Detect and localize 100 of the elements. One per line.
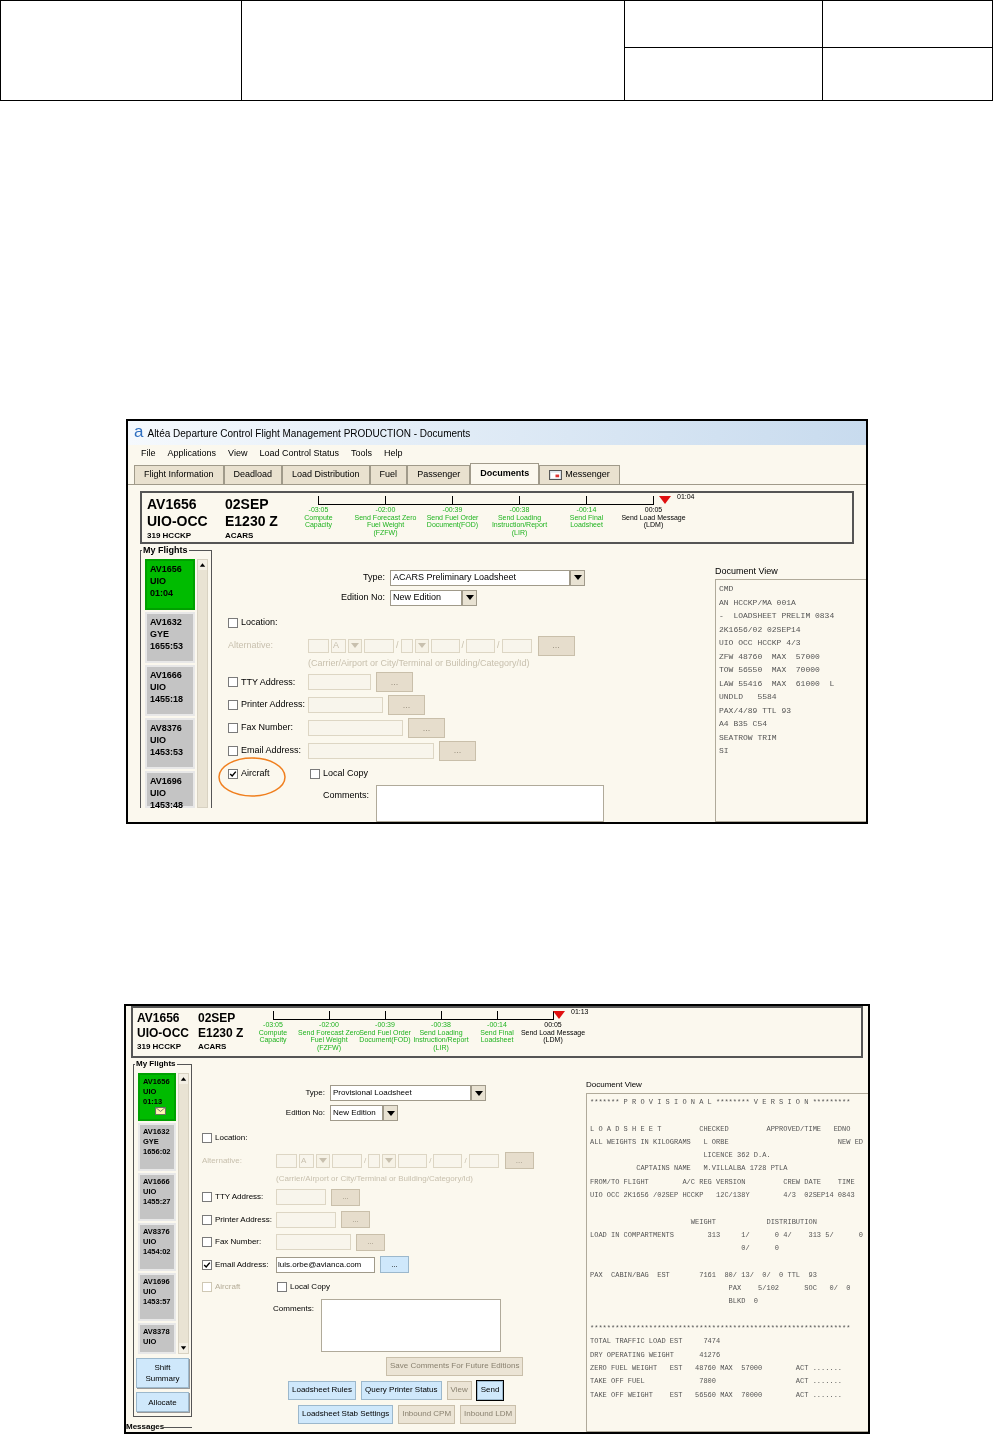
aircraft-registration: 319 HCCKP	[147, 530, 192, 542]
checkbox-label: Printer Address:	[215, 1213, 272, 1226]
checkbox[interactable]	[202, 1237, 212, 1248]
tab[interactable]: Messenger	[539, 465, 620, 484]
browse-button[interactable]: ...	[380, 1256, 409, 1274]
channel-label: ACARS	[198, 1041, 228, 1053]
input-field[interactable]	[308, 697, 383, 714]
document-line: AN HCCKP/MA 001A	[719, 596, 797, 609]
input-field[interactable]	[430, 638, 460, 653]
flight-tile[interactable]: AV1666 UIO 1455:18	[145, 665, 195, 716]
scrollbar[interactable]	[197, 559, 208, 808]
flight-tile[interactable]: AV1656 UIO 01:04	[145, 559, 195, 610]
checkbox-label: TTY Address:	[215, 1191, 264, 1204]
checkbox[interactable]	[202, 1192, 212, 1203]
input-field[interactable]	[276, 1189, 326, 1206]
type-select[interactable]: Provisional Loadsheet	[330, 1085, 471, 1101]
dropdown-button[interactable]	[383, 1105, 398, 1121]
field-label: Alternative:	[202, 1154, 244, 1167]
group-title: My Flights	[135, 1058, 177, 1070]
checkbox[interactable]	[228, 768, 238, 779]
input-field[interactable]	[501, 638, 532, 653]
checkbox[interactable]	[228, 745, 238, 756]
checkbox[interactable]	[310, 768, 320, 779]
checkbox[interactable]	[228, 677, 238, 688]
scrollbar[interactable]	[178, 1073, 189, 1354]
action-button[interactable]: Query Printer Status	[361, 1380, 442, 1400]
input-field[interactable]	[364, 638, 394, 653]
edition-select[interactable]: New Edition	[390, 589, 462, 606]
comments-field[interactable]	[376, 784, 604, 822]
input-field[interactable]	[308, 720, 403, 736]
tab[interactable]: Load Distribution	[282, 465, 370, 484]
action-button[interactable]: Send	[476, 1380, 504, 1400]
checkbox[interactable]	[228, 618, 238, 628]
input-field[interactable]	[466, 638, 496, 653]
input-field[interactable]	[308, 638, 329, 653]
menu-item[interactable]: View	[228, 447, 248, 461]
checkbox[interactable]	[277, 1282, 287, 1293]
menu-item[interactable]: File	[141, 447, 156, 461]
input-field[interactable]: luis.orbe@avianca.com	[276, 1256, 375, 1273]
scroll-down-icon[interactable]	[179, 1343, 188, 1353]
input-field[interactable]	[468, 1153, 499, 1168]
checkbox-label: Local Copy	[290, 1281, 331, 1294]
document-line: UIO OCC HCCKP 4/3	[719, 637, 802, 649]
checkbox[interactable]	[202, 1133, 212, 1144]
tab[interactable]: Deadload	[223, 465, 283, 484]
edition-select[interactable]: New Edition	[330, 1105, 383, 1121]
document-line: ZFW 48760 MAX 57000	[719, 650, 821, 663]
checkbox-label: Aircraft	[215, 1281, 241, 1294]
tab[interactable]: Passenger	[407, 465, 471, 484]
field-label: Comments:	[272, 1302, 314, 1315]
input-field[interactable]	[308, 742, 434, 759]
action-button[interactable]: Loadsheet Rules	[288, 1380, 357, 1400]
input-field[interactable]	[276, 1211, 336, 1228]
menu-item[interactable]: Help	[384, 447, 403, 461]
caret-down-icon	[319, 1158, 327, 1164]
flight-tile[interactable]: AV1632 GYE 1655:53	[145, 612, 195, 663]
tab[interactable]: Flight Information	[134, 465, 224, 484]
tab[interactable]: Fuel	[369, 465, 408, 484]
flight-tile[interactable]: AV1696 UIO 1453:48	[145, 771, 195, 808]
dropdown-button[interactable]	[462, 589, 477, 606]
checkbox-label: Email Address:	[215, 1258, 269, 1271]
side-button[interactable]: Shift Summary	[136, 1358, 189, 1388]
flight-route: UIO-OCC	[137, 1026, 190, 1041]
input-field[interactable]	[398, 1153, 428, 1168]
input-field[interactable]	[332, 1153, 362, 1168]
comments-field[interactable]	[321, 1298, 501, 1352]
flight-number: AV1656	[137, 1011, 181, 1026]
field-label: Edition No:	[339, 590, 385, 604]
input-field[interactable]	[368, 1153, 381, 1168]
scroll-up-icon[interactable]	[179, 1074, 188, 1084]
input-field[interactable]	[276, 1153, 297, 1168]
input-field[interactable]	[433, 1153, 463, 1168]
dropdown-button[interactable]	[570, 569, 585, 586]
flight-route: UIO-OCC	[147, 513, 209, 530]
flight-tile[interactable]: AV8376 UIO 1453:53	[145, 718, 195, 769]
checkbox-label: Fax Number:	[215, 1236, 262, 1249]
aircraft-registration: 319 HCCKP	[137, 1041, 182, 1053]
document-line: SEATROW TRIM	[719, 731, 778, 744]
tab[interactable]: Documents	[470, 463, 540, 484]
document-line: SI	[719, 745, 730, 757]
checkbox[interactable]	[228, 723, 238, 733]
input-field[interactable]	[400, 638, 413, 653]
field-label: Comments:	[322, 788, 369, 802]
caret-down-icon	[465, 595, 474, 601]
input-field[interactable]	[276, 1234, 351, 1251]
dropdown-button[interactable]	[471, 1085, 486, 1101]
document-line: - LOADSHEET PRELIM 0834	[719, 610, 836, 622]
menu-item[interactable]: Applications	[167, 447, 217, 461]
checkbox[interactable]	[228, 700, 238, 711]
checkbox[interactable]	[202, 1259, 212, 1270]
type-select[interactable]: ACARS Preliminary Loadsheet	[390, 569, 570, 586]
checkbox[interactable]	[202, 1214, 212, 1225]
action-button[interactable]: Loadsheet Stab Settings	[298, 1404, 394, 1424]
checkbox-label: TTY Address:	[241, 675, 296, 689]
menu-item[interactable]: Load Control Status	[259, 447, 339, 461]
scroll-up-icon[interactable]	[198, 560, 207, 570]
menu-item[interactable]: Tools	[350, 447, 372, 461]
flight-date: 02SEP	[198, 1011, 237, 1026]
input-field[interactable]	[308, 674, 371, 691]
side-button[interactable]: Allocate	[136, 1392, 189, 1412]
